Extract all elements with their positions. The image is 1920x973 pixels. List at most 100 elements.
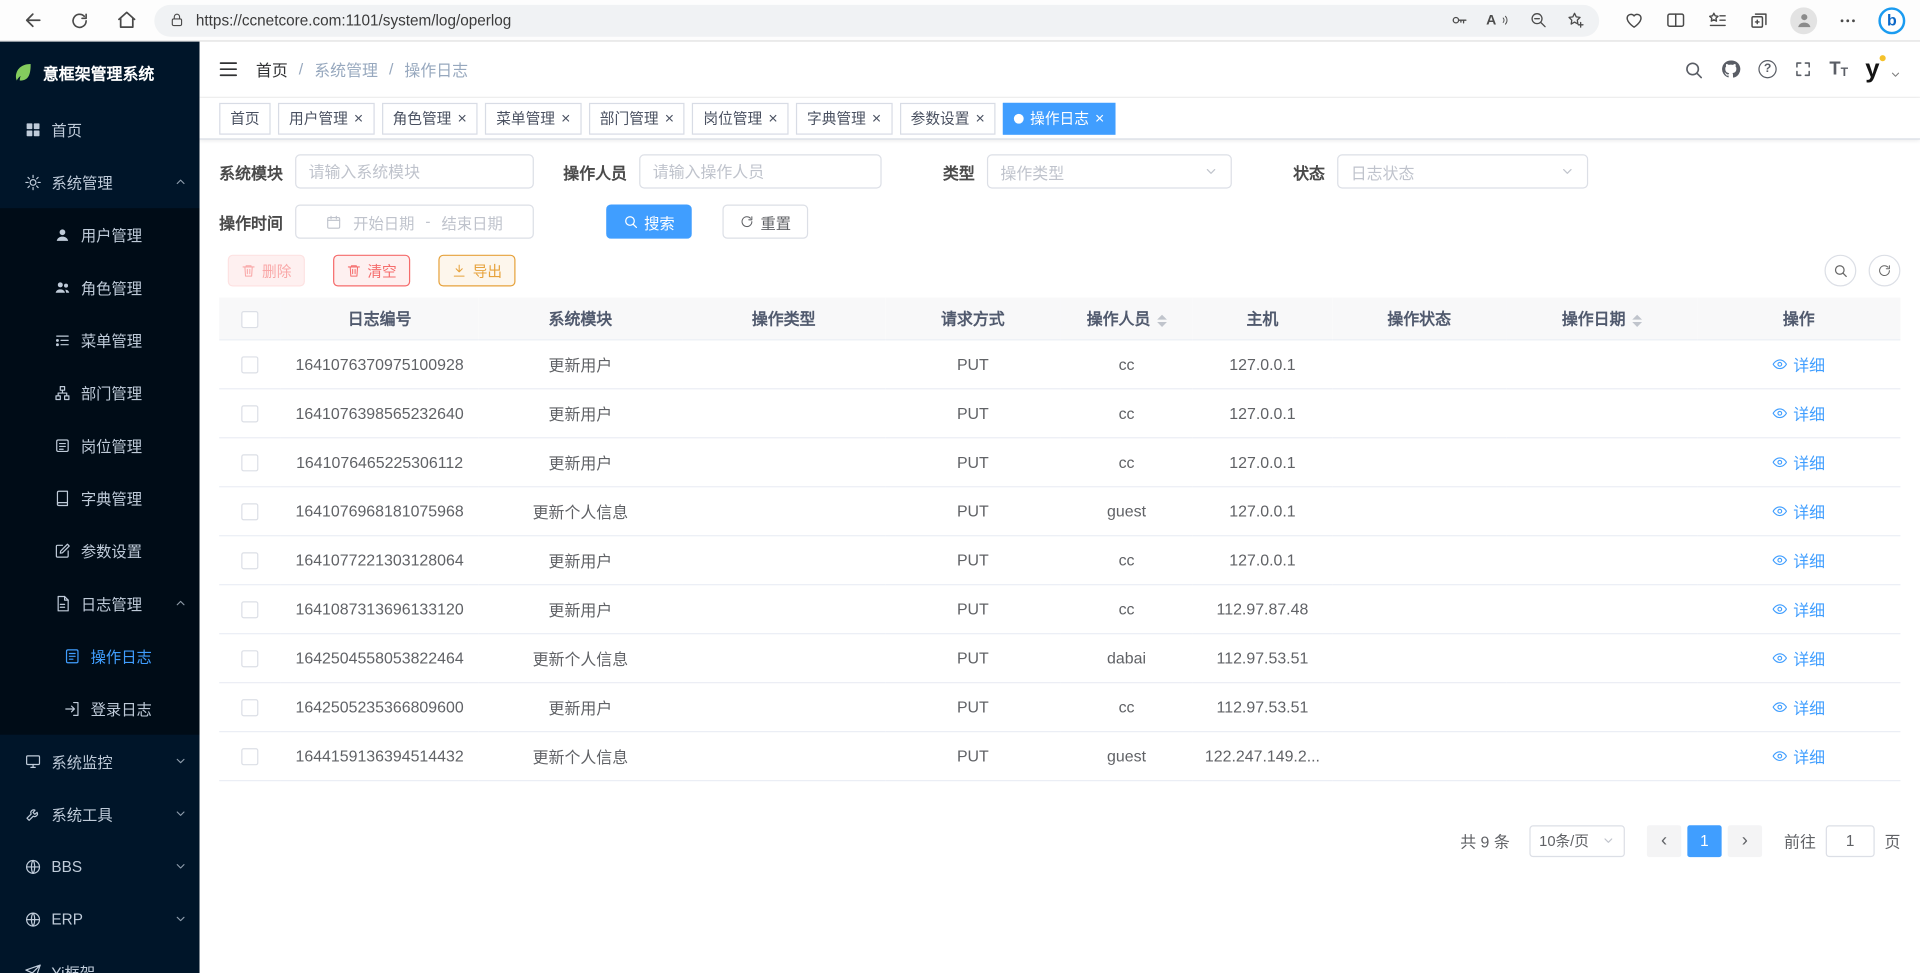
url-text[interactable]: https://ccnetcore.com:1101/system/log/op… bbox=[196, 12, 1438, 29]
row-checkbox[interactable] bbox=[241, 503, 258, 520]
row-checkbox[interactable] bbox=[241, 601, 258, 618]
page-size-select[interactable]: 10条/页 bbox=[1529, 825, 1625, 857]
refresh-button[interactable] bbox=[61, 3, 98, 37]
tab-home[interactable]: 首页 bbox=[219, 102, 270, 134]
refresh-table-button[interactable] bbox=[1869, 255, 1901, 287]
address-bar[interactable]: https://ccnetcore.com:1101/system/log/op… bbox=[154, 4, 1599, 36]
reset-button[interactable]: 重置 bbox=[722, 204, 808, 238]
detail-link[interactable]: 详细 bbox=[1772, 744, 1825, 767]
bing-discover-icon[interactable]: b bbox=[1878, 7, 1905, 34]
fullscreen-icon[interactable] bbox=[1794, 60, 1812, 78]
close-icon[interactable]: × bbox=[665, 110, 674, 126]
docs-question-icon[interactable]: ? bbox=[1758, 60, 1776, 78]
status-select[interactable]: 日志状态 bbox=[1337, 154, 1588, 188]
clear-button[interactable]: 清空 bbox=[333, 255, 410, 287]
module-label: 系统模块 bbox=[219, 160, 283, 183]
detail-link[interactable]: 详细 bbox=[1772, 597, 1825, 620]
zoom-out-icon[interactable] bbox=[1529, 11, 1547, 29]
detail-link[interactable]: 详细 bbox=[1772, 695, 1825, 718]
sidebar-item-system-tools[interactable]: 系统工具 bbox=[0, 787, 200, 840]
close-icon[interactable]: × bbox=[354, 110, 363, 126]
row-checkbox[interactable] bbox=[241, 699, 258, 716]
sidebar-item-system-monitor[interactable]: 系统监控 bbox=[0, 735, 200, 788]
prev-page-button[interactable]: ‹ bbox=[1647, 825, 1681, 857]
delete-button[interactable]: 删除 bbox=[228, 255, 305, 287]
sidebar-item-dict-management[interactable]: 字典管理 bbox=[0, 471, 200, 524]
row-checkbox[interactable] bbox=[241, 650, 258, 667]
breadcrumb-home[interactable]: 首页 bbox=[256, 58, 288, 81]
github-icon[interactable] bbox=[1720, 59, 1741, 80]
close-icon[interactable]: × bbox=[561, 110, 570, 126]
split-screen-icon[interactable] bbox=[1665, 10, 1686, 31]
sidebar-item-post-management[interactable]: 岗位管理 bbox=[0, 419, 200, 472]
sidebar-item-menu-management[interactable]: 菜单管理 bbox=[0, 313, 200, 366]
read-aloud-icon[interactable]: A bbox=[1486, 12, 1511, 28]
detail-link[interactable]: 详细 bbox=[1772, 499, 1825, 522]
collections-icon[interactable] bbox=[1749, 10, 1770, 31]
close-icon[interactable]: × bbox=[1095, 110, 1104, 126]
detail-link[interactable]: 详细 bbox=[1772, 548, 1825, 571]
sidebar-item-log-management[interactable]: 日志管理 bbox=[0, 577, 200, 630]
back-button[interactable] bbox=[15, 3, 52, 37]
search-button[interactable]: 搜索 bbox=[606, 204, 692, 238]
row-checkbox[interactable] bbox=[241, 552, 258, 569]
sidebar-item-bbs[interactable]: BBS bbox=[0, 840, 200, 893]
add-favorite-star-icon[interactable] bbox=[1566, 11, 1584, 29]
detail-link[interactable]: 详细 bbox=[1772, 352, 1825, 375]
select-all-checkbox[interactable] bbox=[241, 310, 258, 327]
sidebar-item-erp[interactable]: ERP bbox=[0, 893, 200, 946]
sidebar-item-param-settings[interactable]: 参数设置 bbox=[0, 524, 200, 577]
detail-link[interactable]: 详细 bbox=[1772, 401, 1825, 424]
operator-input[interactable] bbox=[639, 154, 881, 188]
goto-page-input[interactable] bbox=[1826, 825, 1875, 857]
date-range-picker[interactable]: 开始日期 - 结束日期 bbox=[295, 204, 534, 238]
tab-param-settings[interactable]: 参数设置× bbox=[900, 102, 996, 134]
detail-link[interactable]: 详细 bbox=[1772, 450, 1825, 473]
sidebar-item-home[interactable]: 首页 bbox=[0, 103, 200, 156]
type-select[interactable]: 操作类型 bbox=[987, 154, 1232, 188]
sort-carets[interactable] bbox=[1632, 314, 1642, 326]
app-logo[interactable]: 意框架管理系统 bbox=[0, 42, 200, 103]
home-button[interactable] bbox=[108, 3, 145, 37]
more-options-icon[interactable] bbox=[1838, 10, 1858, 30]
row-checkbox[interactable] bbox=[241, 405, 258, 422]
row-checkbox[interactable] bbox=[241, 454, 258, 471]
tab-post-management[interactable]: 岗位管理× bbox=[692, 102, 788, 134]
row-checkbox[interactable] bbox=[241, 748, 258, 765]
sidebar-item-login-log[interactable]: 登录日志 bbox=[0, 682, 200, 735]
detail-link[interactable]: 详细 bbox=[1772, 646, 1825, 669]
tab-operation-log[interactable]: 操作日志× bbox=[1003, 102, 1115, 134]
password-key-icon[interactable] bbox=[1449, 11, 1467, 29]
tab-menu-management[interactable]: 菜单管理× bbox=[485, 102, 581, 134]
sort-carets[interactable] bbox=[1157, 314, 1167, 326]
sidebar-item-system-management[interactable]: 系统管理 bbox=[0, 156, 200, 209]
tab-department-management[interactable]: 部门管理× bbox=[589, 102, 685, 134]
next-page-button[interactable]: › bbox=[1728, 825, 1762, 857]
favorites-bar-icon[interactable] bbox=[1707, 10, 1728, 31]
tab-role-management[interactable]: 角色管理× bbox=[382, 102, 478, 134]
avatar-chevron-down-icon[interactable] bbox=[1889, 68, 1901, 80]
close-icon[interactable]: × bbox=[872, 110, 881, 126]
row-checkbox[interactable] bbox=[241, 356, 258, 373]
toggle-search-button[interactable] bbox=[1824, 255, 1856, 287]
tab-dict-management[interactable]: 字典管理× bbox=[796, 102, 892, 134]
header-search-icon[interactable] bbox=[1684, 59, 1704, 79]
font-size-icon[interactable]: TT bbox=[1829, 59, 1848, 80]
close-icon[interactable]: × bbox=[976, 110, 985, 126]
sidebar-item-role-management[interactable]: 角色管理 bbox=[0, 261, 200, 314]
browser-essentials-icon[interactable] bbox=[1624, 10, 1645, 31]
browser-profile-avatar[interactable] bbox=[1790, 7, 1817, 34]
sidebar-toggle[interactable] bbox=[218, 59, 239, 80]
close-icon[interactable]: × bbox=[458, 110, 467, 126]
module-input[interactable] bbox=[295, 154, 534, 188]
tab-user-management[interactable]: 用户管理× bbox=[278, 102, 374, 134]
sidebar-item-department-management[interactable]: 部门管理 bbox=[0, 366, 200, 419]
sidebar-item-user-management[interactable]: 用户管理 bbox=[0, 208, 200, 261]
page-1-button[interactable]: 1 bbox=[1687, 825, 1721, 857]
user-avatar[interactable]: y bbox=[1865, 56, 1879, 82]
sidebar-item-yi-framework[interactable]: Yi框架 bbox=[0, 945, 200, 973]
export-button[interactable]: 导出 bbox=[438, 255, 515, 287]
sidebar-item-operation-log[interactable]: 操作日志 bbox=[0, 629, 200, 682]
close-icon[interactable]: × bbox=[768, 110, 777, 126]
eye-icon bbox=[1772, 552, 1788, 568]
